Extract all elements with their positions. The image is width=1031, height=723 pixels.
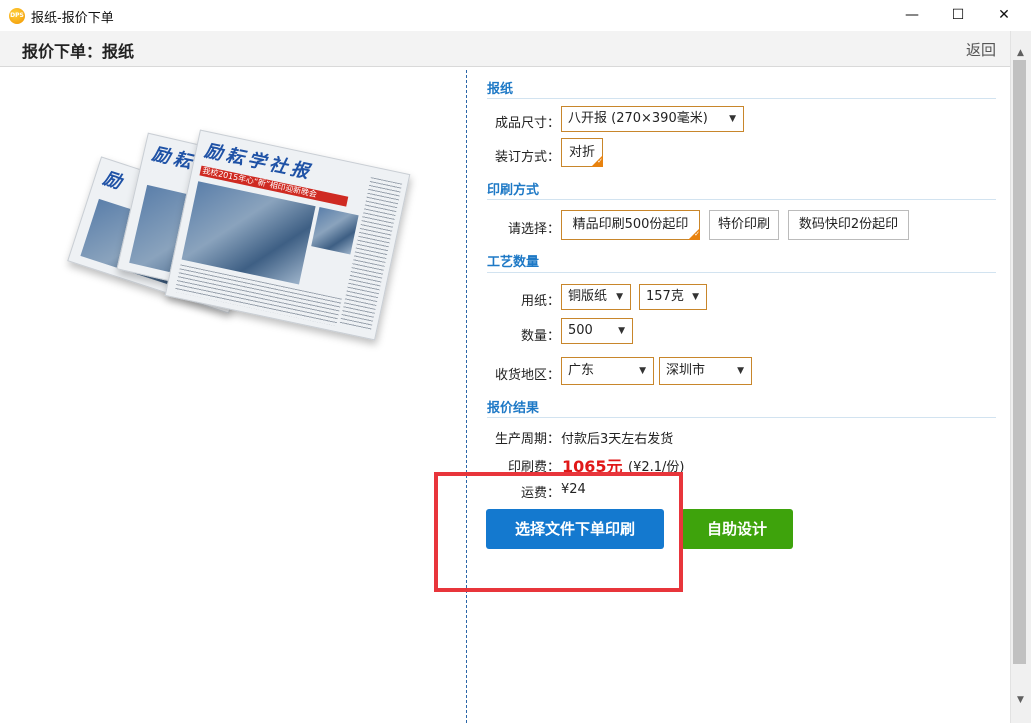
section-divider bbox=[487, 98, 996, 99]
print-option-label: 特价印刷 bbox=[717, 217, 770, 232]
back-link[interactable]: 返回 bbox=[966, 39, 996, 60]
size-select[interactable]: 八开报 (270×390毫米) ▼ bbox=[561, 106, 744, 132]
page-header: 报价下单：报纸 返回 bbox=[0, 31, 1010, 67]
close-button[interactable]: ✕ bbox=[981, 0, 1027, 31]
newspaper-image: 励 励耘 励耘学社报 我校2015年心“新”相印迎新晚会 bbox=[60, 120, 440, 350]
section-title-print-method: 印刷方式 bbox=[487, 183, 540, 198]
page-title: 报价下单：报纸 bbox=[22, 42, 135, 61]
production-cycle-label: 生产周期： bbox=[494, 432, 560, 447]
maximize-button[interactable]: ☐ bbox=[935, 0, 981, 31]
window-title: 报纸-报价下单 bbox=[31, 11, 114, 26]
masthead-text: 励 bbox=[100, 167, 128, 195]
scrollbar-thumb[interactable] bbox=[1013, 60, 1026, 664]
scroll-down-arrow-icon[interactable]: ▼ bbox=[1010, 693, 1031, 707]
scroll-up-arrow-icon[interactable]: ▲ bbox=[1010, 46, 1031, 60]
chevron-down-icon: ▼ bbox=[692, 292, 699, 302]
size-label: 成品尺寸： bbox=[494, 116, 560, 131]
window-titlebar: DPS 报纸-报价下单 — ☐ ✕ bbox=[0, 0, 1031, 31]
paper-type-select[interactable]: 铜版纸 ▼ bbox=[561, 284, 631, 310]
province-value: 广东 bbox=[568, 363, 595, 378]
print-method-label: 请选择： bbox=[507, 222, 560, 237]
paper-label: 用纸： bbox=[520, 294, 560, 309]
chevron-down-icon: ▼ bbox=[737, 366, 744, 376]
quantity-select[interactable]: 500 ▼ bbox=[561, 318, 633, 344]
section-title-craft-quantity: 工艺数量 bbox=[487, 255, 540, 270]
selected-check-icon: ✓ bbox=[688, 228, 700, 240]
chevron-down-icon: ▼ bbox=[618, 326, 625, 336]
paper-type-value: 铜版纸 bbox=[568, 289, 608, 304]
production-cycle-value: 付款后3天左右发货 bbox=[561, 432, 674, 447]
self-design-button[interactable]: 自助设计 bbox=[681, 509, 793, 549]
chevron-down-icon: ▼ bbox=[616, 292, 623, 302]
app-logo-icon: DPS bbox=[9, 8, 25, 24]
chevron-down-icon: ▼ bbox=[639, 366, 646, 376]
section-divider bbox=[487, 199, 996, 200]
quantity-value: 500 bbox=[568, 323, 593, 338]
city-value: 深圳市 bbox=[666, 363, 706, 378]
section-title-quote-result: 报价结果 bbox=[487, 401, 540, 416]
section-title-newspaper: 报纸 bbox=[487, 82, 514, 97]
section-divider bbox=[487, 417, 996, 418]
print-option-digital[interactable]: 数码快印2份起印 bbox=[788, 210, 909, 240]
print-option-label: 数码快印2份起印 bbox=[798, 217, 899, 232]
province-select[interactable]: 广东 ▼ bbox=[561, 357, 654, 385]
binding-label: 装订方式： bbox=[494, 150, 560, 165]
paper-weight-value: 157克 bbox=[646, 289, 684, 304]
binding-option-fold[interactable]: 对折 ✓ bbox=[561, 138, 603, 167]
newspaper-sheet-front: 励耘学社报 我校2015年心“新”相印迎新晚会 bbox=[164, 129, 411, 341]
print-option-special[interactable]: 特价印刷 bbox=[709, 210, 779, 240]
column-divider bbox=[466, 70, 467, 723]
chevron-down-icon: ▼ bbox=[729, 114, 736, 124]
paper-weight-select[interactable]: 157克 ▼ bbox=[639, 284, 707, 310]
print-option-premium[interactable]: 精品印刷500份起印 ✓ bbox=[561, 210, 700, 240]
highlight-annotation-box bbox=[434, 472, 683, 592]
section-divider bbox=[487, 272, 996, 273]
quantity-label: 数量： bbox=[520, 329, 560, 344]
city-select[interactable]: 深圳市 ▼ bbox=[659, 357, 752, 385]
region-label: 收货地区： bbox=[494, 368, 560, 383]
size-select-value: 八开报 (270×390毫米) bbox=[568, 111, 708, 126]
newspaper-photo bbox=[311, 207, 359, 255]
minimize-button[interactable]: — bbox=[889, 0, 935, 31]
print-option-label: 精品印刷500份起印 bbox=[572, 217, 689, 232]
selected-check-icon: ✓ bbox=[591, 155, 603, 167]
